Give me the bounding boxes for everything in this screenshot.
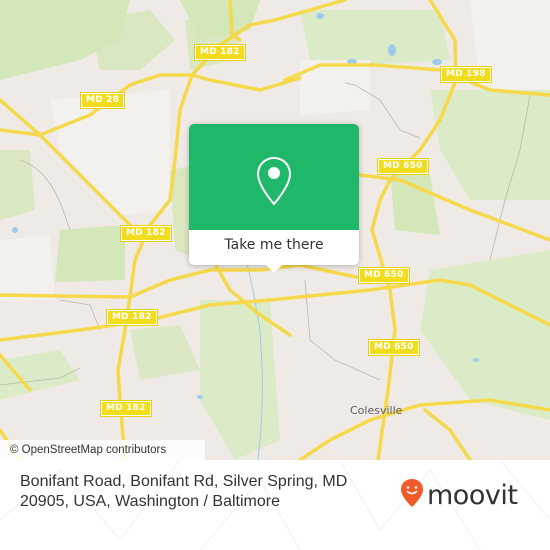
road-shield-md182: MD 182 [106, 309, 158, 326]
map[interactable]: MD 182 MD 28 MD 198 MD 650 MD 182 MD 182… [0, 0, 550, 460]
road-shield-md650: MD 650 [368, 339, 420, 356]
footer: Bonifant Road, Bonifant Rd, Silver Sprin… [0, 460, 550, 550]
road-shield-md650: MD 650 [358, 267, 410, 284]
road-shield-md650: MD 650 [377, 158, 429, 175]
map-attribution[interactable]: © OpenStreetMap contributors [0, 440, 205, 460]
popup-header [189, 124, 359, 230]
road-shield-md182: MD 182 [100, 400, 152, 417]
address-text: Bonifant Road, Bonifant Rd, Silver Sprin… [20, 473, 348, 510]
location-popup: Take me there [189, 124, 359, 273]
place-label-colesville: Colesville [350, 404, 403, 417]
take-me-there-button[interactable]: Take me there [189, 230, 359, 265]
road-shield-md182: MD 182 [120, 225, 172, 242]
road-shield-md182: MD 182 [194, 44, 246, 61]
moovit-pin-icon [400, 478, 424, 512]
road-shield-md28: MD 28 [79, 92, 126, 109]
road-shield-md198: MD 198 [440, 66, 492, 83]
popup-pointer [266, 265, 282, 273]
moovit-wordmark: moovit [427, 479, 518, 511]
moovit-logo[interactable]: moovit [400, 478, 518, 512]
